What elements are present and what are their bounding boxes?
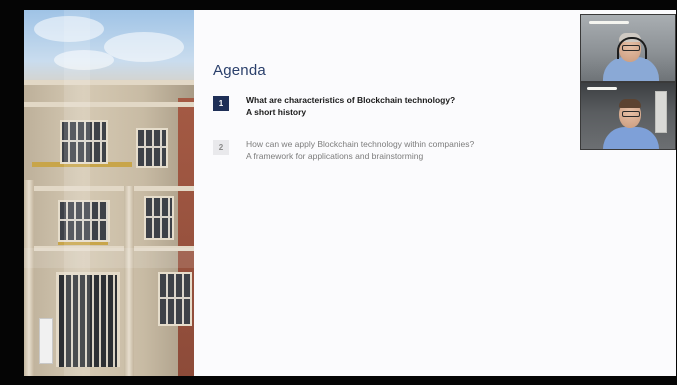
video-tile-participant-2[interactable] [580,82,676,150]
agenda-item-1-line2: A short history [246,107,307,117]
agenda-number-2: 2 [213,140,229,155]
info-sign [39,318,53,364]
video-tile-participant-1[interactable] [580,14,676,82]
agenda-item-1-text: What are characteristics of Blockchain t… [246,94,455,118]
building-photo [24,10,194,376]
presentation-slide: Agenda 1 What are characteristics of Blo… [24,10,676,376]
agenda-number-1: 1 [213,96,229,111]
agenda-item-2-text: How can we apply Blockchain technology w… [246,138,474,162]
slide-title: Agenda [213,62,266,79]
agenda-item-2-line2: A framework for applications and brainst… [246,151,424,161]
agenda-item-2-line1: How can we apply Blockchain technology w… [246,139,475,149]
agenda-item-1-line1: What are characteristics of Blockchain t… [246,95,456,105]
